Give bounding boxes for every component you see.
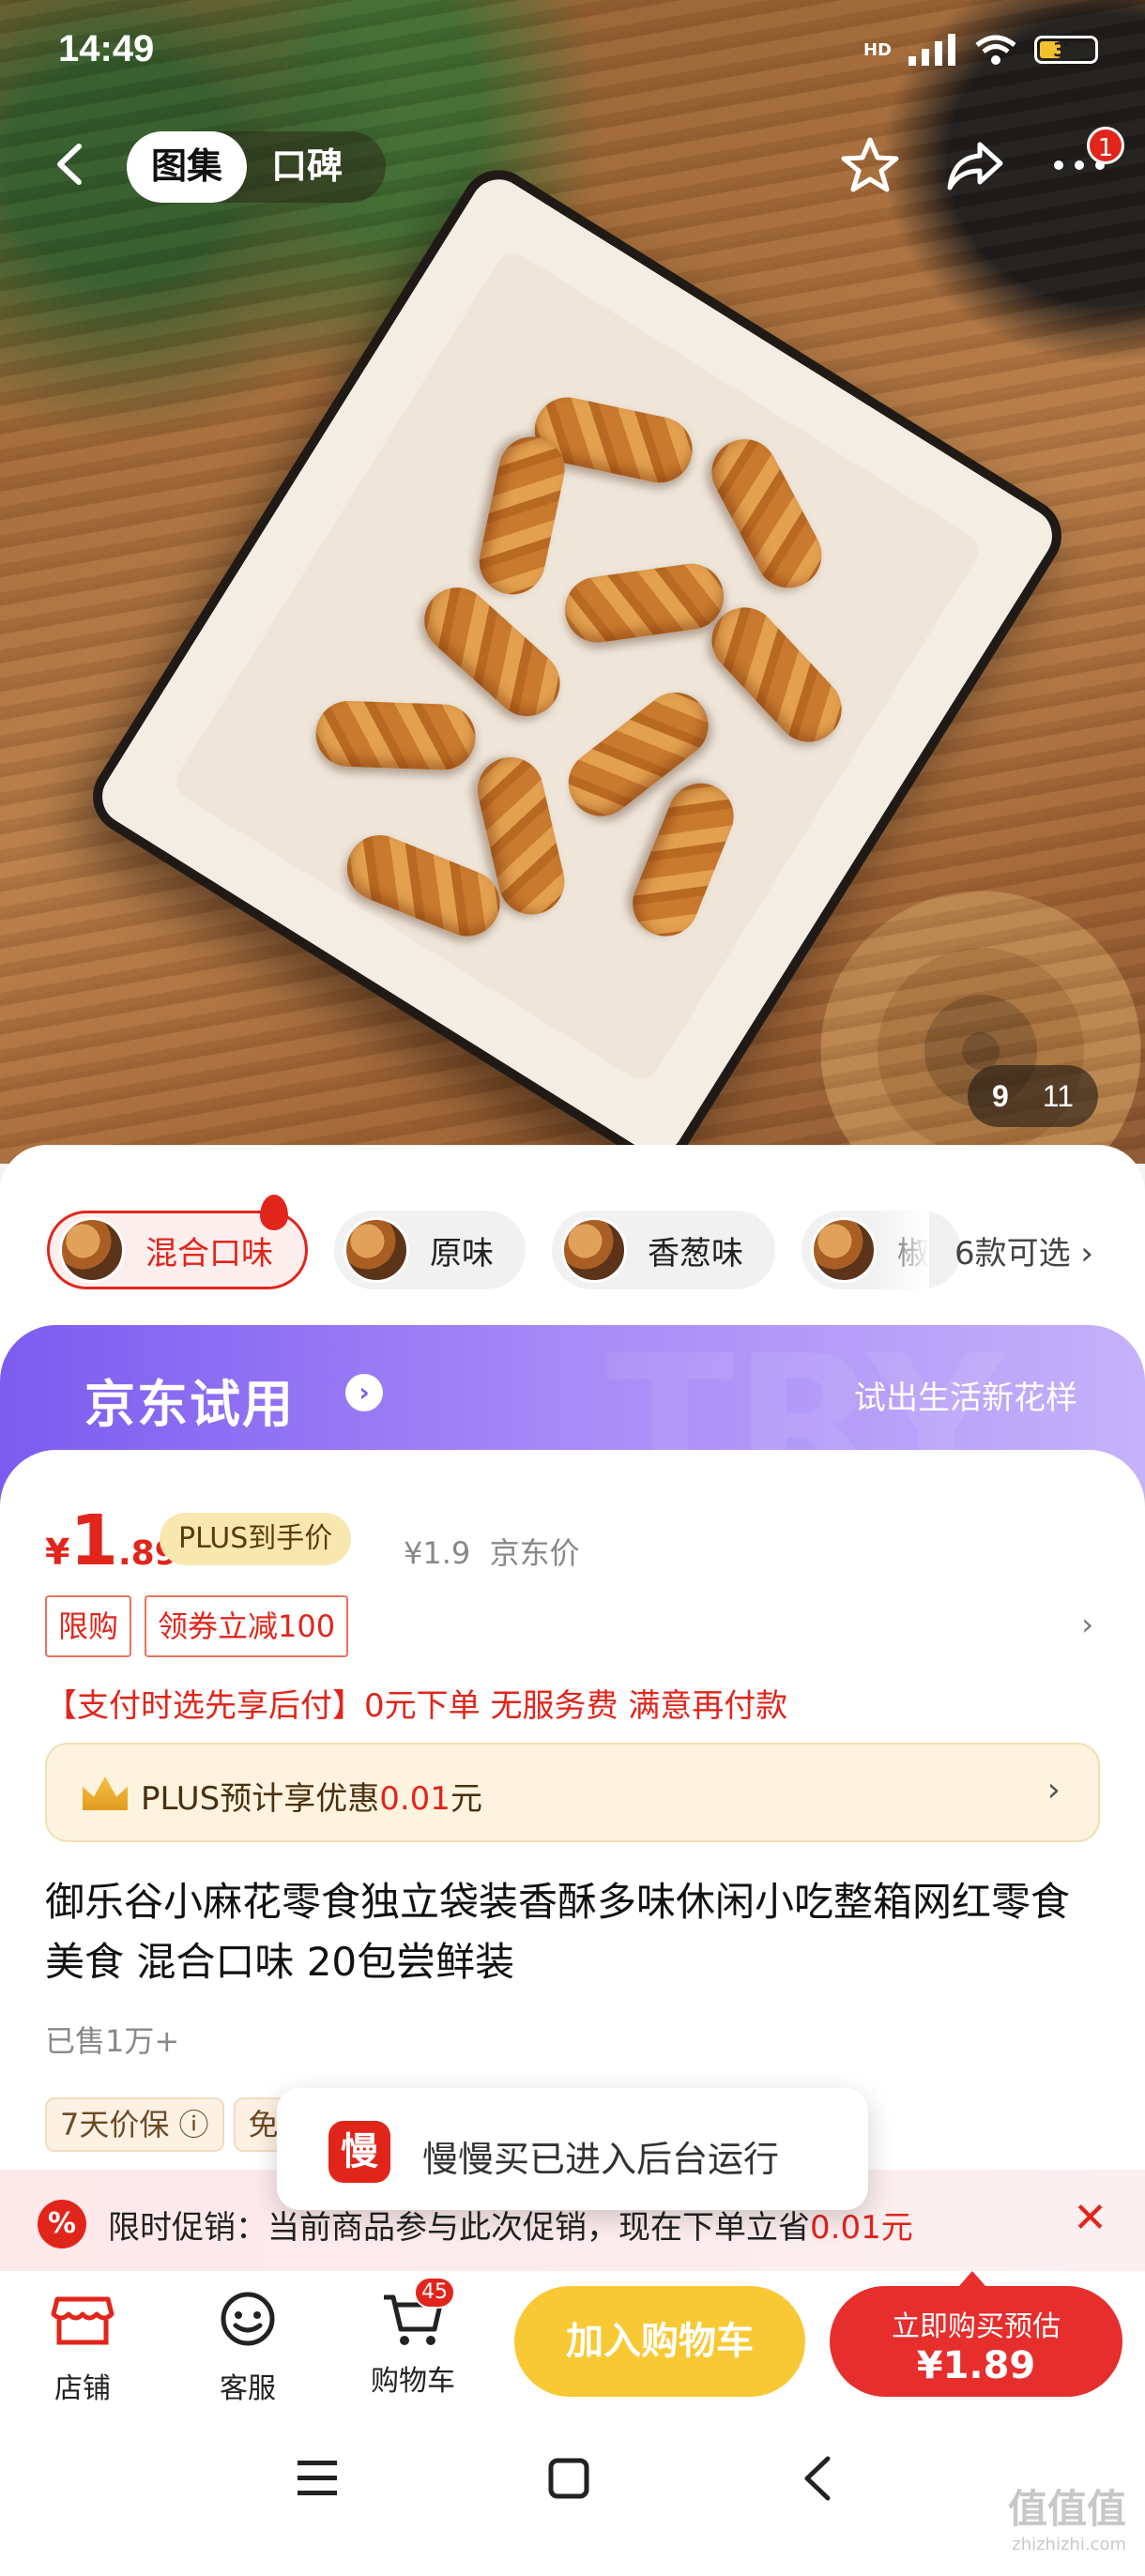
buy-pointer — [959, 2271, 985, 2286]
tab-reviews[interactable]: 口碑 — [247, 131, 367, 203]
app-icon: 慢 — [328, 2121, 390, 2183]
variant-scallion[interactable]: 香葱味 — [552, 1211, 775, 1289]
customer-service-icon — [221, 2292, 275, 2346]
chevron-right-icon: › — [1080, 1235, 1093, 1273]
sold-count: 已售1万+ — [45, 2023, 180, 2059]
cart-button[interactable]: 45 购物车 — [357, 2277, 469, 2399]
chevron-right-icon: › — [1046, 1771, 1061, 1809]
variant-fade — [873, 1206, 929, 1295]
trial-title: 京东试用 — [84, 1375, 295, 1434]
variant-thumbnail — [344, 1217, 409, 1283]
price-protect-tag: 7天价保 ⓘ — [45, 2097, 224, 2152]
menu-icon[interactable] — [296, 2457, 339, 2498]
variant-thumbnail — [811, 1217, 877, 1283]
toast-message: 慢慢买已进入后台运行 — [422, 2139, 780, 2180]
nav-back-icon[interactable] — [800, 2455, 833, 2502]
favorite-star-icon[interactable] — [841, 136, 899, 194]
system-nav-bar — [0, 2421, 1145, 2545]
service-tags[interactable]: 7天价保 ⓘ 免 — [45, 2097, 294, 2152]
more-variants-link[interactable]: 6款可选 › — [954, 1227, 1093, 1273]
price: ¥ 1 .89 — [45, 1501, 178, 1581]
trial-subtitle: 试出生活新花样 — [854, 1379, 1077, 1417]
battery-icon: 37 — [1034, 36, 1098, 64]
gallery-tabs: 图集 口碑 — [127, 131, 387, 203]
background-toast: 慢 慢慢买已进入后台运行 — [277, 2088, 868, 2210]
customer-service-button[interactable]: 客服 — [191, 2290, 304, 2406]
coupon-tag: 领券立减100 — [145, 1595, 349, 1657]
plus-price-tag: PLUS到手价 — [160, 1513, 352, 1565]
variant-thumbnail — [59, 1217, 125, 1283]
jd-price: ¥1.9 京东价 — [404, 1535, 580, 1571]
coupon-tags[interactable]: 限购 领券立减100 — [45, 1595, 349, 1657]
gallery-counter: 9 11 — [967, 1065, 1098, 1127]
status-bar: 14:49 HD 37 — [0, 0, 1145, 103]
crown-icon — [83, 1776, 128, 1810]
product-title: 御乐谷小麻花零食独立袋装香酥多味休闲小吃整箱网红零食美食 混合口味 20包尝鲜装 — [45, 1879, 1071, 1985]
back-icon[interactable] — [47, 141, 94, 188]
variant-mixed[interactable]: 混合口味 — [47, 1195, 308, 1289]
network-label: HD — [863, 39, 892, 60]
add-to-cart-button[interactable]: 加入购物车 — [514, 2286, 805, 2397]
discount-icon: % — [38, 2200, 86, 2248]
variant-thumbnail — [561, 1217, 627, 1283]
home-icon[interactable] — [547, 2457, 590, 2500]
wifi-icon — [975, 35, 1016, 65]
tab-gallery[interactable]: 图集 — [127, 131, 248, 203]
variant-selector: 混合口味 原味 香葱味 椒 — [47, 1195, 961, 1289]
variant-original[interactable]: 原味 — [334, 1211, 526, 1289]
cart-count-badge: 45 — [414, 2277, 455, 2309]
signal-icon — [908, 34, 955, 66]
pay-later-promo[interactable]: 【支付时选先享后付】0元下单 无服务费 满意再付款 — [45, 1680, 787, 1726]
hot-flame-icon — [260, 1195, 288, 1230]
watermark: 值值值 zhizhizhi.com — [1007, 2486, 1126, 2554]
plus-benefit-bar[interactable]: PLUS预计享优惠0.01元 › — [45, 1743, 1100, 1842]
buy-now-button[interactable]: 立即购买预估 ¥1.89 — [830, 2286, 1122, 2397]
status-time: 14:49 — [58, 28, 155, 69]
shop-icon — [51, 2296, 114, 2345]
gallery-total: 11 — [1042, 1078, 1074, 1113]
chevron-right-icon[interactable]: › — [1081, 1607, 1093, 1642]
gallery-current: 9 — [991, 1078, 1009, 1113]
shop-button[interactable]: 店铺 — [26, 2290, 139, 2406]
share-icon[interactable] — [946, 139, 1004, 191]
notification-badge: 1 — [1087, 127, 1124, 164]
limit-tag: 限购 — [45, 1595, 132, 1657]
chevron-right-icon: › — [345, 1374, 383, 1411]
close-icon[interactable]: ✕ — [1073, 2194, 1107, 2242]
